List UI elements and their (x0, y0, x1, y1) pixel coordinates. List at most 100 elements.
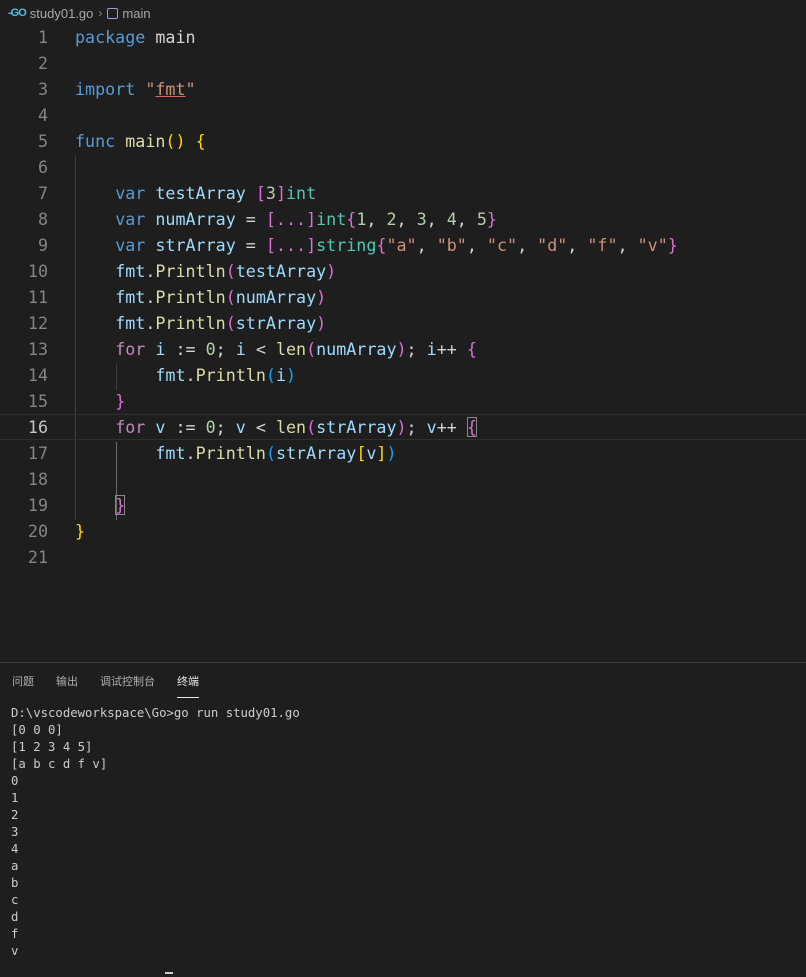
panel-tab[interactable]: 输出 (56, 669, 78, 693)
code-token: "f" (587, 235, 618, 255)
code-line[interactable]: 1 package main (0, 24, 806, 50)
code-text: } (75, 518, 85, 544)
code-token: , (416, 235, 437, 255)
code-token: ) (386, 443, 397, 463)
code-token: := (165, 339, 206, 359)
code-token: testArray (235, 261, 327, 281)
terminal-line: v (11, 944, 19, 958)
panel-tab[interactable]: 调试控制台 (100, 669, 155, 693)
code-token: , (426, 209, 447, 229)
panel-tab[interactable]: 终端 (177, 669, 199, 698)
code-token: "v" (637, 235, 668, 255)
terminal-line: [1 2 3 4 5] (11, 740, 93, 754)
code-token: ] (275, 183, 286, 203)
code-token: := (165, 417, 206, 437)
code-token: main (145, 27, 196, 47)
code-line[interactable]: 11 fmt.Println(numArray) (0, 284, 806, 310)
line-number: 10 (27, 261, 48, 281)
code-token: } (486, 209, 497, 229)
code-line[interactable]: 7 var testArray [3]int (0, 180, 806, 206)
terminal-line: [a b c d f v] (11, 757, 108, 771)
code-token: "d" (537, 235, 568, 255)
code-token: i (426, 339, 437, 359)
line-number: 4 (37, 105, 48, 125)
line-number: 21 (27, 547, 48, 567)
line-number: 19 (27, 495, 48, 515)
code-token: int (316, 209, 347, 229)
code-line[interactable]: 18 (0, 466, 806, 492)
code-line[interactable]: 3 import "fmt" (0, 76, 806, 102)
code-token: { (346, 209, 357, 229)
code-line[interactable]: 21 (0, 544, 806, 570)
code-token: { (466, 417, 477, 437)
code-line[interactable]: 17 fmt.Println(strArray[v]) (0, 440, 806, 466)
code-token: { (376, 235, 387, 255)
line-number: 3 (37, 79, 48, 99)
code-editor[interactable]: 1 package main 2 3 import "fmt" 4 5 func main()… (0, 26, 806, 662)
code-token: 5 (476, 209, 487, 229)
code-line[interactable]: 13 for i := 0; i < len(numArray); i++ { (0, 336, 806, 362)
code-token: v (366, 443, 377, 463)
code-token: strArray (275, 443, 357, 463)
code-line[interactable]: 6 (0, 154, 806, 180)
line-number: 5 (37, 131, 48, 151)
code-token: . (145, 261, 156, 281)
code-text: for i := 0; i < len(numArray); i++ { (75, 336, 477, 362)
code-line[interactable]: 10 fmt.Println(testArray) (0, 258, 806, 284)
code-token: ; (215, 417, 236, 437)
terminal-line: D:\vscodeworkspace\Go>go run study01.go (11, 706, 300, 720)
code-line[interactable]: 14 fmt.Println(i) (0, 362, 806, 388)
terminal-output[interactable]: D:\vscodeworkspace\Go>go run study01.go [… (11, 705, 300, 960)
code-token: } (115, 495, 126, 515)
code-line[interactable]: 12 fmt.Println(strArray) (0, 310, 806, 336)
code-token: import (75, 79, 136, 99)
code-token: Println (195, 365, 266, 385)
code-token: [...] (265, 209, 317, 229)
code-text: } (75, 492, 126, 518)
line-number: 8 (37, 209, 48, 229)
code-token: i (155, 339, 166, 359)
code-token: Println (195, 443, 266, 463)
terminal-line: [0 0 0] (11, 723, 63, 737)
code-token: Println (155, 313, 226, 333)
code-token: " (145, 79, 156, 99)
code-line[interactable]: 20} (0, 518, 806, 544)
code-line[interactable]: 8 var numArray = [...]int{1, 2, 3, 4, 5} (0, 206, 806, 232)
code-token: 0 (205, 339, 216, 359)
breadcrumb-file[interactable]: study01.go (30, 6, 94, 21)
code-token: ( (265, 443, 276, 463)
code-line[interactable]: 2 (0, 50, 806, 76)
code-token: . (185, 443, 196, 463)
code-line[interactable]: 9 var strArray = [...]string{"a", "b", "… (0, 232, 806, 258)
code-token: len (275, 339, 307, 359)
code-token: i (235, 339, 246, 359)
code-token: v (155, 417, 166, 437)
code-token: < (245, 339, 276, 359)
code-token: 0 (205, 417, 216, 437)
code-token: "c" (486, 235, 518, 255)
chevron-right-icon: › (98, 6, 103, 20)
function-symbol-icon (107, 7, 119, 19)
code-line[interactable]: 4 (0, 102, 806, 128)
code-text: var strArray = [...]string{"a", "b", "c"… (75, 232, 678, 258)
code-token: fmt (115, 261, 146, 281)
code-line[interactable]: 16 for v := 0; v < len(strArray); v++ { (0, 414, 806, 440)
code-line[interactable]: 15 } (0, 388, 806, 414)
code-line[interactable]: 5 func main() { (0, 128, 806, 154)
terminal-line: f (11, 927, 19, 941)
code-token: v (235, 417, 246, 437)
line-number: 17 (27, 443, 48, 463)
line-number: 1 (37, 27, 48, 47)
code-text: func main() { (75, 128, 206, 154)
panel-tab[interactable]: 问题 (12, 669, 34, 693)
code-token: ( (306, 417, 317, 437)
code-line[interactable]: 19 } (0, 492, 806, 518)
breadcrumb-symbol[interactable]: main (122, 6, 150, 21)
